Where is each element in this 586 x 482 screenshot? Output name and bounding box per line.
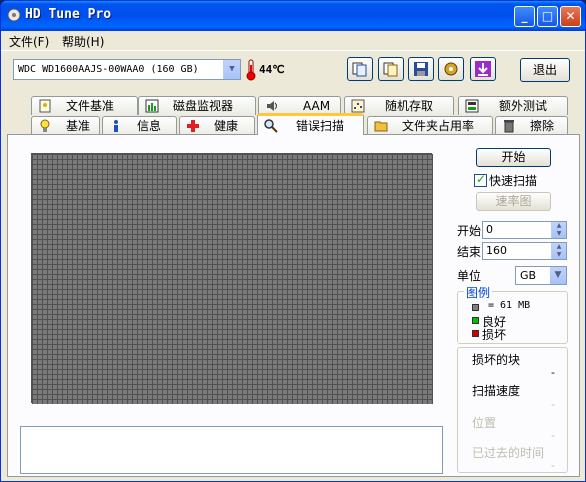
end-input[interactable]: 160 ▲ ▼ xyxy=(482,242,567,260)
copy-screen-icon xyxy=(383,62,398,77)
copy-info-button[interactable] xyxy=(347,57,373,81)
app-window: HD Tune Pro _ □ ✕ 文件(F) 帮助(H) WDC WD1600… xyxy=(0,0,586,482)
copy-info-icon xyxy=(352,62,367,77)
log-area[interactable] xyxy=(20,426,443,474)
copy-screen-button[interactable] xyxy=(378,57,404,81)
spin-arrows-icon[interactable]: ▲ ▼ xyxy=(551,243,566,259)
tab-benchmark[interactable]: 基准 xyxy=(31,116,100,135)
start-input[interactable]: 0 ▲ ▼ xyxy=(482,221,567,239)
checkmark-icon: ✓ xyxy=(476,172,487,186)
save-button[interactable] xyxy=(408,57,434,81)
options-button[interactable] xyxy=(438,57,464,81)
options-icon xyxy=(444,62,458,76)
speaker-icon xyxy=(267,101,277,111)
folder-icon xyxy=(374,121,388,132)
file-benchmark-icon xyxy=(39,99,51,113)
maximize-button[interactable]: □ xyxy=(537,6,558,27)
unit-select[interactable]: GB ▼ xyxy=(515,266,567,285)
quick-scan-checkbox[interactable]: ✓ xyxy=(474,172,487,187)
quick-scan-label: 快速扫描 xyxy=(489,174,538,188)
toolbar: WDC WD1600AAJS-00WAA0 (160 GB) ▼ 44℃ xyxy=(1,50,585,90)
legend-damaged-swatch xyxy=(472,330,479,337)
legend-block-size: = 61 MB xyxy=(488,300,531,311)
tab-file-benchmark[interactable]: 文件基准 xyxy=(31,96,138,115)
info-icon xyxy=(114,120,118,132)
disk-monitor-icon xyxy=(145,99,159,113)
menu-file[interactable]: 文件(F) xyxy=(9,33,49,50)
temperature-readout: 44℃ xyxy=(259,63,285,76)
stats-group: 损坏的块 - 扫描速度 - 位置 - 已过去的时间 - xyxy=(457,347,568,473)
bad-blocks-value: - xyxy=(551,366,555,379)
thermometer-icon xyxy=(246,59,256,81)
download-button[interactable] xyxy=(470,57,496,81)
end-label: 结束 xyxy=(457,245,482,259)
legend-block-swatch xyxy=(472,304,479,311)
menu-bar: 文件(F) 帮助(H) xyxy=(1,31,585,50)
drive-select[interactable]: WDC WD1600AAJS-00WAA0 (160 GB) ▼ xyxy=(13,59,241,80)
tab-erase[interactable]: 擦除 xyxy=(495,116,568,135)
scan-speed-label: 扫描速度 xyxy=(472,384,521,398)
hd-tune-icon xyxy=(7,8,21,22)
extra-tests-icon xyxy=(465,99,479,113)
legend-group: 图例 = 61 MB 良好 损坏 xyxy=(457,284,568,344)
error-scan-panel: 开始 ✓ 快速扫描 速率图 开始 0 ▲ ▼ 结束 160 ▲ ▼ 单位 GB ▼ … xyxy=(7,134,580,477)
download-icon xyxy=(475,61,491,77)
start-scan-button[interactable]: 开始 xyxy=(476,148,551,167)
minimize-button[interactable]: _ xyxy=(514,6,535,27)
chevron-down-icon[interactable]: ▼ xyxy=(550,267,566,284)
window-title: HD Tune Pro xyxy=(25,7,112,22)
tab-extra-tests[interactable]: 额外测试 xyxy=(458,96,568,115)
legend-good-swatch xyxy=(472,317,479,324)
block-grid xyxy=(32,154,433,404)
health-cross-icon xyxy=(187,120,199,132)
bad-blocks-label: 损坏的块 xyxy=(472,353,521,367)
magnifier-icon xyxy=(264,119,278,133)
save-icon xyxy=(414,62,428,76)
drive-name: WDC WD1600AAJS-00WAA0 (160 GB) xyxy=(18,64,199,75)
close-button[interactable]: ✕ xyxy=(560,6,581,27)
tab-folder-usage[interactable]: 文件夹占用率 xyxy=(367,116,493,135)
title-bar[interactable]: HD Tune Pro _ □ ✕ xyxy=(1,1,585,31)
block-map xyxy=(31,153,433,404)
trash-icon xyxy=(504,120,514,133)
unit-label: 单位 xyxy=(457,269,482,283)
legend-title: 图例 xyxy=(464,284,493,301)
elapsed-value: - xyxy=(551,459,555,472)
random-access-icon xyxy=(351,99,365,113)
chevron-down-icon[interactable]: ▼ xyxy=(223,60,240,79)
tab-info[interactable]: 信息 xyxy=(102,116,177,135)
legend-damaged-label: 损坏 xyxy=(482,328,507,342)
position-label: 位置 xyxy=(472,416,497,430)
position-value: - xyxy=(551,429,555,442)
menu-help[interactable]: 帮助(H) xyxy=(62,33,104,50)
start-label: 开始 xyxy=(457,224,482,238)
lightbulb-icon xyxy=(40,119,50,132)
scan-speed-value: - xyxy=(551,398,555,411)
elapsed-label: 已过去的时间 xyxy=(472,446,545,460)
speed-map-button[interactable]: 速率图 xyxy=(476,192,551,211)
tab-health[interactable]: 健康 xyxy=(179,116,255,135)
exit-button[interactable]: 退出 xyxy=(520,58,570,82)
tab-error-scan[interactable]: 错误扫描 xyxy=(257,113,364,135)
tab-disk-monitor[interactable]: 磁盘监视器 xyxy=(138,96,256,115)
spin-arrows-icon[interactable]: ▲ ▼ xyxy=(551,222,566,238)
